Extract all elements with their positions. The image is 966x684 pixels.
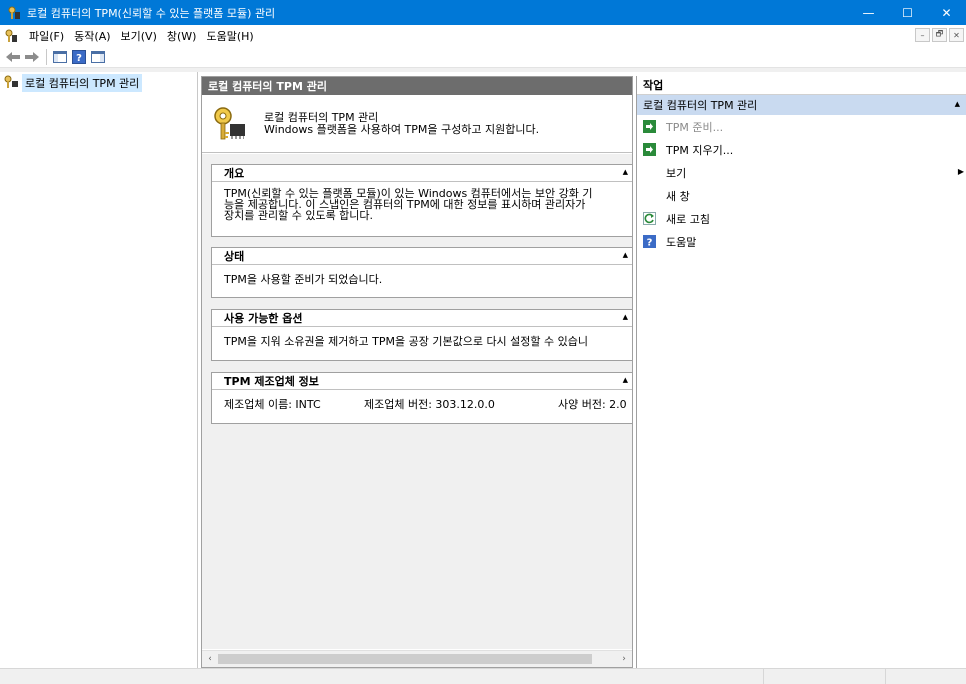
result-content: 개요 ▲ TPM(신뢰할 수 있는 플랫폼 모듈)이 있는 Windows 컴퓨… xyxy=(202,154,632,649)
section-status-body: TPM을 사용할 준비가 되었습니다. xyxy=(212,265,632,289)
show-hide-console-tree-icon[interactable] xyxy=(51,48,69,66)
section-manufacturer-body: 제조업체 이름: INTC 제조업체 버전: 303.12.0.0 사양 버전:… xyxy=(212,390,632,424)
section-status-header[interactable]: 상태 ▲ xyxy=(212,248,632,265)
action-label: 새 창 xyxy=(666,189,690,203)
refresh-icon xyxy=(643,212,656,225)
action-group-header[interactable]: 로컬 컴퓨터의 TPM 관리 ▲ xyxy=(637,95,966,115)
svg-text:?: ? xyxy=(647,238,653,249)
minimize-button[interactable]: — xyxy=(849,0,888,25)
tpm-menu-icon[interactable] xyxy=(4,29,18,43)
mdi-close-button[interactable]: ✕ xyxy=(949,28,964,42)
status-bar xyxy=(0,668,966,684)
back-icon[interactable] xyxy=(4,48,22,66)
status-cell xyxy=(763,669,885,684)
menu-window[interactable]: 창(W) xyxy=(162,28,202,44)
action-view[interactable]: 보기 ▶ xyxy=(637,161,966,184)
section-options-header[interactable]: 사용 가능한 옵션 ▲ xyxy=(212,310,632,327)
intro-description: Windows 플랫폼을 사용하여 TPM을 구성하고 지원합니다. xyxy=(264,122,540,136)
menu-help[interactable]: 도움말(H) xyxy=(201,28,258,44)
action-new-window[interactable]: 새 창 xyxy=(637,184,966,207)
action-label: 도움말 xyxy=(666,235,697,249)
intro-title: 로컬 컴퓨터의 TPM 관리 xyxy=(264,110,379,124)
menu-view[interactable]: 보기(V) xyxy=(116,28,162,44)
mdi-restore-button[interactable]: 🗗 xyxy=(932,28,947,42)
horizontal-scrollbar[interactable]: ‹ › xyxy=(202,650,632,667)
toolbar-separator xyxy=(46,48,47,65)
window-title: 로컬 컴퓨터의 TPM(신뢰할 수 있는 플랫폼 모듈) 관리 xyxy=(27,6,276,20)
section-overview-body: TPM(신뢰할 수 있는 플랫폼 모듈)이 있는 Windows 컴퓨터에서는 … xyxy=(212,182,632,225)
blank-icon xyxy=(643,189,656,202)
section-overview: 개요 ▲ TPM(신뢰할 수 있는 플랫폼 모듈)이 있는 Windows 컴퓨… xyxy=(211,164,632,237)
collapse-caret-icon[interactable]: ▲ xyxy=(623,376,628,384)
tpm-app-icon xyxy=(7,6,21,20)
tree-item-tpm-management[interactable]: 로컬 컴퓨터의 TPM 관리 xyxy=(3,74,143,92)
forward-icon[interactable] xyxy=(23,48,41,66)
section-options-title: 사용 가능한 옵션 xyxy=(224,312,303,325)
svg-text:?: ? xyxy=(76,53,82,64)
menu-action[interactable]: 동작(A) xyxy=(69,28,115,44)
intro-panel: 로컬 컴퓨터의 TPM 관리 Windows 플랫폼을 사용하여 TPM을 구성… xyxy=(202,95,632,153)
action-label: 새로 고침 xyxy=(666,212,710,226)
blank-icon xyxy=(643,166,656,179)
action-prepare-tpm[interactable]: TPM 준비... xyxy=(637,115,966,138)
action-pane: 작업 로컬 컴퓨터의 TPM 관리 ▲ TPM 준비... TPM 지우기...… xyxy=(636,76,966,668)
scroll-left-icon[interactable]: ‹ xyxy=(204,653,216,665)
collapse-caret-icon[interactable]: ▲ xyxy=(623,251,628,259)
action-label: 보기 xyxy=(666,166,687,180)
help-icon: ? xyxy=(643,235,656,248)
result-pane: 로컬 컴퓨터의 TPM 관리 로컬 컴퓨터의 TPM 관리 Windows 플랫… xyxy=(201,76,633,668)
section-manufacturer-header[interactable]: TPM 제조업체 정보 ▲ xyxy=(212,373,632,390)
manufacturer-version: 제조업체 버전: 303.12.0.0 xyxy=(364,398,495,411)
action-clear-tpm[interactable]: TPM 지우기... xyxy=(637,138,966,161)
section-status-title: 상태 xyxy=(224,250,245,263)
collapse-caret-icon[interactable]: ▲ xyxy=(623,313,628,321)
submenu-arrow-icon: ▶ xyxy=(957,167,964,176)
title-bar: 로컬 컴퓨터의 TPM(신뢰할 수 있는 플랫폼 모듈) 관리 — ☐ ✕ xyxy=(0,0,966,25)
main-area: 로컬 컴퓨터의 TPM 관리 로컬 컴퓨터의 TPM 관리 로컬 컴퓨터의 TP… xyxy=(0,72,966,668)
spec-version: 사양 버전: 2.0 xyxy=(558,398,627,411)
toolbar: ? xyxy=(0,46,966,68)
green-arrow-icon xyxy=(643,120,656,133)
tpm-key-chip-icon xyxy=(212,106,248,142)
status-text: TPM을 사용할 준비가 되었습니다. xyxy=(224,273,383,286)
help-icon[interactable]: ? xyxy=(70,48,88,66)
menu-bar: 파일(F) 동작(A) 보기(V) 창(W) 도움말(H) – 🗗 ✕ xyxy=(0,25,966,46)
manufacturer-name: 제조업체 이름: INTC xyxy=(224,398,321,411)
overview-line: 장치를 관리할 수 있도록 합니다. xyxy=(224,209,374,222)
status-cell xyxy=(885,669,966,684)
section-manufacturer-title: TPM 제조업체 정보 xyxy=(224,375,319,388)
result-pane-header: 로컬 컴퓨터의 TPM 관리 xyxy=(202,77,632,95)
collapse-caret-icon[interactable]: ▲ xyxy=(623,168,628,176)
mdi-minimize-button[interactable]: – xyxy=(915,28,930,42)
section-available-options: 사용 가능한 옵션 ▲ TPM을 지워 소유권을 제거하고 TPM을 공장 기본… xyxy=(211,309,632,361)
maximize-button[interactable]: ☐ xyxy=(888,0,927,25)
section-status: 상태 ▲ TPM을 사용할 준비가 되었습니다. xyxy=(211,247,632,298)
collapse-caret-icon[interactable]: ▲ xyxy=(955,100,960,108)
action-refresh[interactable]: 새로 고침 xyxy=(637,207,966,230)
show-hide-action-pane-icon[interactable] xyxy=(89,48,107,66)
action-group-label: 로컬 컴퓨터의 TPM 관리 xyxy=(643,99,758,112)
action-pane-title: 작업 xyxy=(637,76,966,95)
green-arrow-icon xyxy=(643,143,656,156)
action-label: TPM 지우기... xyxy=(666,143,734,157)
section-overview-title: 개요 xyxy=(224,167,245,180)
console-tree: 로컬 컴퓨터의 TPM 관리 xyxy=(0,72,198,668)
options-text: TPM을 지워 소유권을 제거하고 TPM을 공장 기본값으로 다시 설정할 수… xyxy=(224,335,589,348)
close-button[interactable]: ✕ xyxy=(927,0,966,25)
section-overview-header[interactable]: 개요 ▲ xyxy=(212,165,632,182)
scroll-right-icon[interactable]: › xyxy=(618,653,630,665)
action-help[interactable]: ? 도움말 xyxy=(637,230,966,253)
scrollbar-thumb[interactable] xyxy=(218,654,592,664)
tpm-tree-icon xyxy=(3,75,19,92)
menu-file[interactable]: 파일(F) xyxy=(24,28,69,44)
tree-item-label: 로컬 컴퓨터의 TPM 관리 xyxy=(22,74,143,92)
section-options-body: TPM을 지워 소유권을 제거하고 TPM을 공장 기본값으로 다시 설정할 수… xyxy=(212,327,632,351)
section-manufacturer-info: TPM 제조업체 정보 ▲ 제조업체 이름: INTC 제조업체 버전: 303… xyxy=(211,372,632,424)
action-label: TPM 준비... xyxy=(666,120,724,134)
